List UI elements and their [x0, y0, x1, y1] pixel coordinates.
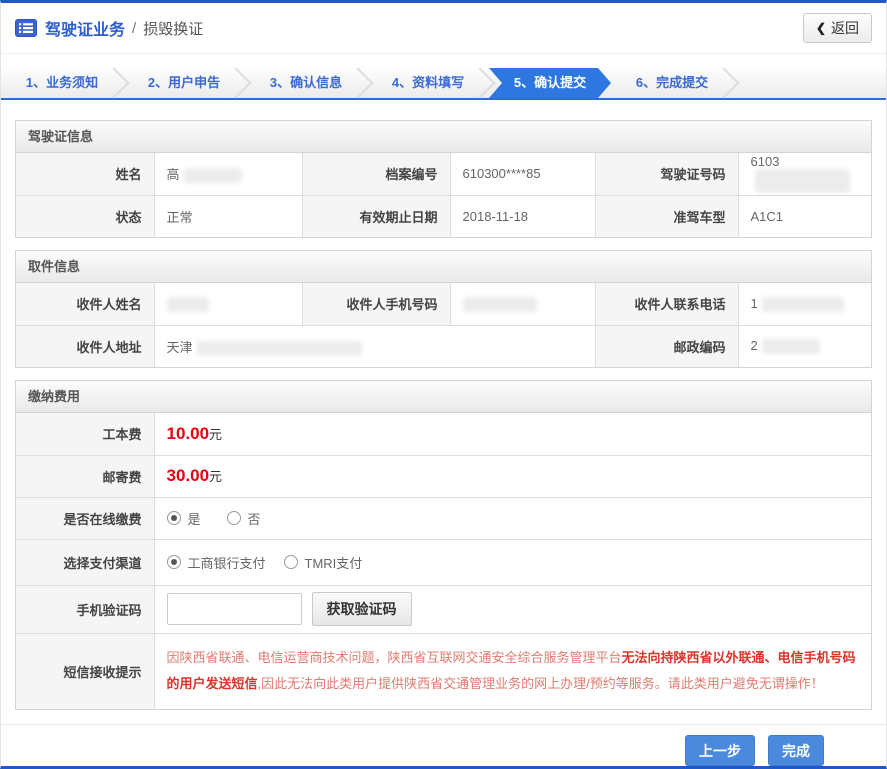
status-value: 正常 — [153, 194, 303, 237]
redacted-license-no — [754, 169, 850, 194]
table-row: 邮寄费 30.00元 — [16, 454, 871, 498]
license-no-label: 驾驶证号码 — [594, 153, 739, 196]
radio-unchecked-icon[interactable] — [226, 511, 241, 525]
license-no-value: 6103 — [737, 153, 871, 196]
sms-notice-part1: 因陕西省联通、电信运营商技术问题，陕西省互联网交通安全综合服务管理平台 — [166, 650, 622, 666]
sms-notice-label: 短信接收提示 — [16, 632, 155, 709]
step-3-confirm-info: 3、确认信息 — [245, 68, 367, 98]
radio-option-yes-label: 是 — [187, 511, 201, 527]
redacted-recipient-address — [196, 340, 362, 356]
license-info-table: 姓名 高 档案编号 610300****85 驾驶证号码 6103 状态 正常 … — [16, 153, 871, 237]
page: 驾驶证业务 / 损毁换证 ❮ 返回 1、业务须知 2、用户申告 3、确认信息 4… — [0, 0, 887, 769]
table-row: 是否在线缴费 是 否 — [16, 496, 871, 540]
recipient-mobile-value — [449, 283, 596, 326]
redacted-postal-code — [761, 339, 820, 355]
online-payment-value: 是 否 — [153, 496, 871, 540]
recipient-mobile-label: 收件人手机号码 — [301, 283, 451, 326]
expiry-label: 有效期止日期 — [301, 194, 451, 237]
payment-channel-label: 选择支付渠道 — [16, 538, 155, 586]
recipient-phone-label: 收件人联系电话 — [594, 283, 739, 326]
production-fee-value: 10.00元 — [153, 413, 871, 456]
table-row: 手机验证码 获取验证码 — [16, 584, 871, 634]
vehicle-class-value: A1C1 — [737, 194, 871, 237]
sms-notice-part3: ,因此无法向此类用户提供陕西省交通管理业务的网上办理/预约等服务。请此类用户避免… — [257, 676, 824, 692]
step-4-fill-data: 4、资料填写 — [367, 68, 489, 98]
redacted-recipient-phone — [761, 296, 844, 312]
recipient-name-value — [153, 283, 303, 326]
pickup-info-title: 取件信息 — [16, 251, 871, 283]
radio-option-icbc-label: 工商银行支付 — [187, 555, 266, 571]
recipient-address-label: 收件人地址 — [16, 324, 155, 367]
payment-channel-value: 工商银行支付 TMRI支付 — [153, 538, 871, 586]
postage-fee-value: 30.00元 — [153, 454, 871, 498]
production-fee-label: 工本费 — [16, 413, 155, 456]
name-label: 姓名 — [16, 153, 155, 196]
sms-code-cell: 获取验证码 — [153, 584, 871, 634]
chevron-left-icon: ❮ — [815, 21, 826, 35]
postal-code-value: 2 — [737, 324, 871, 367]
page-title: 驾驶证业务 — [45, 22, 126, 39]
radio-option-no-label: 否 — [247, 511, 261, 527]
step-2-declaration: 2、用户申告 — [123, 68, 245, 98]
back-button-label: 返回 — [831, 20, 859, 36]
license-info-section: 驾驶证信息 姓名 高 档案编号 610300****85 驾驶证号码 6103 … — [15, 120, 872, 238]
finish-button[interactable]: 完成 — [768, 735, 824, 766]
redacted-name — [183, 168, 242, 184]
previous-step-button[interactable]: 上一步 — [685, 735, 755, 766]
step-1-notice: 1、业务须知 — [1, 68, 123, 98]
table-row: 状态 正常 有效期止日期 2018-11-18 准驾车型 A1C1 — [16, 194, 871, 237]
pickup-info-table: 收件人姓名 收件人手机号码 收件人联系电话 1 收件人地址 天津 邮政编码 2 — [16, 283, 871, 367]
radio-option-tmri-label: TMRI支付 — [304, 555, 363, 571]
get-code-button[interactable]: 获取验证码 — [311, 592, 412, 626]
file-no-label: 档案编号 — [301, 153, 451, 196]
table-row: 短信接收提示 因陕西省联通、电信运营商技术问题，陕西省互联网交通安全综合服务管理… — [16, 632, 871, 709]
redacted-recipient-name — [166, 296, 209, 312]
production-fee-unit: 元 — [209, 426, 223, 442]
table-row: 选择支付渠道 工商银行支付 TMRI支付 — [16, 538, 871, 586]
step-progress-bar: 1、业务须知 2、用户申告 3、确认信息 4、资料填写 5、确认提交 6、完成提… — [1, 68, 886, 100]
sms-code-input[interactable] — [166, 593, 302, 625]
step-5-confirm-submit: 5、确认提交 — [489, 68, 611, 98]
recipient-name-label: 收件人姓名 — [16, 283, 155, 326]
radio-checked-icon[interactable] — [166, 511, 181, 525]
breadcrumb-current: 损毁换证 — [143, 20, 204, 38]
table-row: 姓名 高 档案编号 610300****85 驾驶证号码 6103 — [16, 153, 871, 196]
redacted-recipient-mobile — [462, 296, 537, 312]
fees-title: 缴纳费用 — [16, 381, 871, 413]
table-row: 工本费 10.00元 — [16, 413, 871, 456]
radio-option-tmri[interactable]: TMRI支付 — [283, 553, 363, 572]
radio-option-yes[interactable]: 是 — [166, 509, 201, 528]
postage-fee-unit: 元 — [209, 469, 223, 484]
form-list-icon — [15, 19, 37, 37]
table-row: 收件人姓名 收件人手机号码 收件人联系电话 1 — [16, 283, 871, 326]
pickup-info-section: 取件信息 收件人姓名 收件人手机号码 收件人联系电话 1 收件人地址 天津 邮政… — [15, 250, 872, 368]
step-6-complete: 6、完成提交 — [611, 68, 733, 98]
fees-table: 工本费 10.00元 邮寄费 30.00元 是否在线缴费 是 否 选择支付渠道 … — [16, 413, 871, 709]
license-info-title: 驾驶证信息 — [16, 121, 871, 153]
status-label: 状态 — [16, 194, 155, 237]
recipient-phone-value: 1 — [737, 283, 871, 326]
page-header: 驾驶证业务 / 损毁换证 ❮ 返回 — [1, 3, 886, 54]
production-fee-amount: 10.00 — [166, 423, 210, 443]
expiry-value: 2018-11-18 — [449, 194, 596, 237]
postage-fee-amount: 30.00 — [166, 466, 210, 485]
fees-section: 缴纳费用 工本费 10.00元 邮寄费 30.00元 是否在线缴费 是 否 选择… — [15, 380, 872, 710]
sms-code-label: 手机验证码 — [16, 584, 155, 634]
radio-checked-icon[interactable] — [166, 555, 181, 569]
radio-option-no[interactable]: 否 — [226, 509, 261, 528]
footer-actions: 上一步 完成 — [1, 724, 886, 766]
breadcrumb-separator: / — [132, 19, 137, 37]
vehicle-class-label: 准驾车型 — [594, 194, 739, 237]
name-value: 高 — [153, 153, 303, 196]
file-no-value: 610300****85 — [449, 153, 596, 196]
postage-fee-label: 邮寄费 — [16, 454, 155, 498]
table-row: 收件人地址 天津 邮政编码 2 — [16, 324, 871, 367]
online-payment-label: 是否在线缴费 — [16, 496, 155, 540]
postal-code-label: 邮政编码 — [594, 324, 739, 367]
radio-option-icbc[interactable]: 工商银行支付 — [166, 553, 266, 572]
back-button[interactable]: ❮ 返回 — [802, 13, 872, 43]
recipient-address-value: 天津 — [153, 324, 596, 367]
radio-unchecked-icon[interactable] — [283, 555, 298, 569]
sms-notice-text: 因陕西省联通、电信运营商技术问题，陕西省互联网交通安全综合服务管理平台无法向持陕… — [153, 632, 871, 709]
